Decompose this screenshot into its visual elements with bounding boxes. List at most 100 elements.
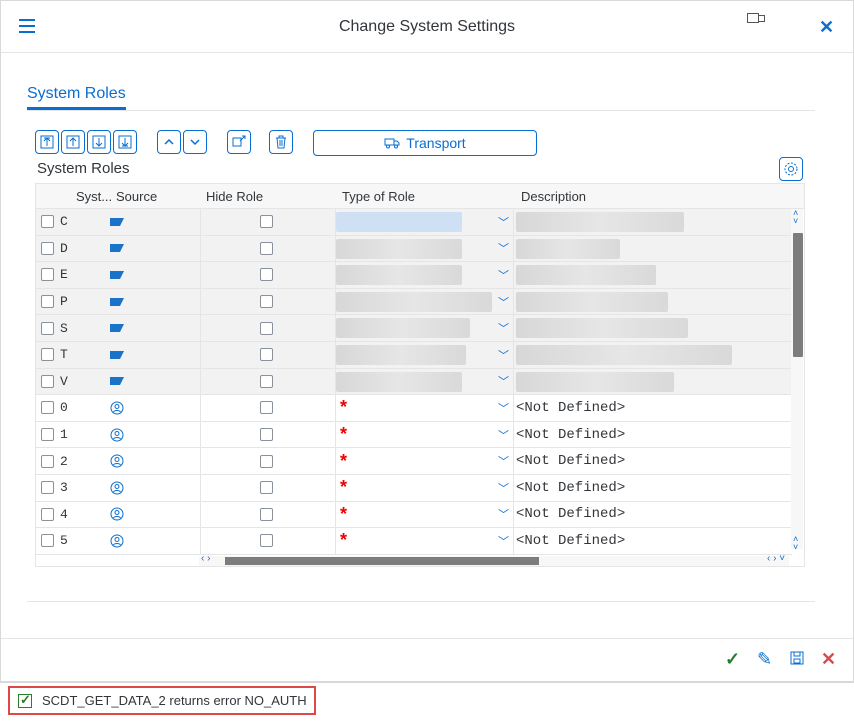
system-cell: C: [60, 214, 68, 230]
transport-button[interactable]: Transport: [313, 130, 537, 156]
table-row[interactable]: V ﹀: [36, 368, 792, 396]
table-row[interactable]: C ﹀: [36, 209, 792, 236]
table-row[interactable]: 5 * ﹀ <Not Defined>: [36, 528, 792, 555]
settings-icon[interactable]: [779, 157, 803, 181]
redacted-role: [336, 371, 462, 392]
role-dropdown-icon[interactable]: ﹀: [498, 236, 509, 262]
confirm-icon[interactable]: ✓: [725, 649, 740, 670]
role-dropdown-icon[interactable]: ﹀: [498, 209, 509, 235]
scroll-left-right-icon[interactable]: ‹ ›: [201, 553, 210, 564]
row-select-checkbox[interactable]: [41, 236, 54, 262]
col-header-hide-role[interactable]: Hide Role: [206, 189, 263, 204]
hide-role-checkbox[interactable]: [260, 209, 273, 235]
row-select-checkbox[interactable]: [41, 475, 54, 501]
scroll-right-left-icon[interactable]: ‹ › ˅: [767, 553, 785, 564]
hide-role-checkbox[interactable]: [260, 448, 273, 474]
scroll-down-arrow-icon[interactable]: ˄ ˅: [793, 535, 798, 552]
table-row[interactable]: 3 * ﹀ <Not Defined>: [36, 475, 792, 502]
window-mode-icon[interactable]: [747, 13, 765, 25]
role-dropdown-icon[interactable]: ﹀: [498, 448, 509, 474]
status-text: SCDT_GET_DATA_2 returns error NO_AUTH: [42, 693, 307, 708]
role-dropdown-icon[interactable]: ﹀: [498, 422, 509, 448]
close-icon[interactable]: ✕: [819, 17, 834, 38]
role-dropdown-icon[interactable]: ﹀: [498, 342, 509, 368]
role-dropdown-icon[interactable]: ﹀: [498, 315, 509, 341]
role-dropdown-icon[interactable]: ﹀: [498, 395, 509, 421]
expand-icon[interactable]: [227, 130, 251, 154]
table-row[interactable]: 0 * ﹀ <Not Defined>: [36, 395, 792, 422]
scroll-up-icon[interactable]: [157, 130, 181, 154]
hide-role-checkbox[interactable]: [260, 315, 273, 341]
col-header-type-of-role[interactable]: Type of Role: [342, 189, 415, 204]
col-header-system[interactable]: Syst...: [76, 189, 112, 204]
hide-role-checkbox[interactable]: [260, 528, 273, 554]
row-select-checkbox[interactable]: [41, 422, 54, 448]
table-header: Syst... Source Hide Role Type of Role De…: [36, 184, 804, 209]
role-dropdown-icon[interactable]: ﹀: [498, 262, 509, 288]
tab-system-roles[interactable]: System Roles: [27, 85, 126, 110]
vertical-scroll-thumb[interactable]: [793, 233, 803, 357]
scroll-down-icon[interactable]: [183, 130, 207, 154]
role-dropdown-icon[interactable]: ﹀: [498, 528, 509, 554]
row-select-checkbox[interactable]: [41, 502, 54, 528]
hide-role-checkbox[interactable]: [260, 342, 273, 368]
horizontal-scrollbar[interactable]: ‹ › ‹ › ˅: [199, 553, 789, 566]
hide-role-checkbox[interactable]: [260, 262, 273, 288]
row-select-checkbox[interactable]: [41, 448, 54, 474]
table-row[interactable]: E ﹀: [36, 262, 792, 289]
type-of-role-value[interactable]: *: [340, 502, 347, 528]
role-dropdown-icon[interactable]: ﹀: [498, 289, 509, 315]
move-down-icon[interactable]: [87, 130, 111, 154]
user-icon: [110, 502, 124, 528]
table-row[interactable]: D ﹀: [36, 235, 792, 263]
hide-role-checkbox[interactable]: [260, 422, 273, 448]
type-of-role-value[interactable]: *: [340, 395, 347, 421]
table-row[interactable]: P ﹀: [36, 288, 792, 316]
move-first-icon[interactable]: [35, 130, 59, 154]
delete-icon[interactable]: [269, 130, 293, 154]
row-select-checkbox[interactable]: [41, 209, 54, 235]
row-select-checkbox[interactable]: [41, 369, 54, 395]
row-select-checkbox[interactable]: [41, 528, 54, 554]
system-cell: E: [60, 267, 68, 283]
move-last-icon[interactable]: [113, 130, 137, 154]
role-dropdown-icon[interactable]: ﹀: [498, 502, 509, 528]
row-select-checkbox[interactable]: [41, 395, 54, 421]
table-title: System Roles: [37, 160, 130, 177]
status-message[interactable]: SCDT_GET_DATA_2 returns error NO_AUTH: [8, 686, 316, 715]
horizontal-scroll-thumb[interactable]: [225, 557, 539, 565]
cancel-icon[interactable]: ✕: [821, 649, 836, 670]
footer-divider: [1, 638, 853, 639]
scroll-up-arrow-icon[interactable]: ˄ ˅: [793, 209, 798, 226]
row-select-checkbox[interactable]: [41, 289, 54, 315]
hide-role-checkbox[interactable]: [260, 475, 273, 501]
row-select-checkbox[interactable]: [41, 342, 54, 368]
sap-logo-icon: [110, 369, 124, 395]
sap-logo-icon: [110, 236, 124, 262]
vertical-scrollbar[interactable]: ˄ ˅ ˄ ˅: [791, 209, 803, 552]
col-header-source[interactable]: Source: [116, 189, 157, 204]
edit-icon[interactable]: ✎: [757, 649, 772, 670]
type-of-role-value[interactable]: *: [340, 422, 347, 448]
hide-role-checkbox[interactable]: [260, 236, 273, 262]
table-row[interactable]: 1 * ﹀ <Not Defined>: [36, 421, 792, 449]
row-select-checkbox[interactable]: [41, 262, 54, 288]
role-dropdown-icon[interactable]: ﹀: [498, 369, 509, 395]
role-dropdown-icon[interactable]: ﹀: [498, 475, 509, 501]
table-row[interactable]: T ﹀: [36, 342, 792, 369]
type-of-role-value[interactable]: *: [340, 475, 347, 501]
type-of-role-value[interactable]: *: [340, 528, 347, 554]
table-row[interactable]: 2 * ﹀ <Not Defined>: [36, 448, 792, 475]
hide-role-checkbox[interactable]: [260, 289, 273, 315]
redacted-description: [516, 318, 688, 339]
table-row[interactable]: 4 * ﹀ <Not Defined>: [36, 501, 792, 529]
table-row[interactable]: S ﹀: [36, 315, 792, 342]
hide-role-checkbox[interactable]: [260, 395, 273, 421]
col-header-description[interactable]: Description: [521, 189, 586, 204]
hide-role-checkbox[interactable]: [260, 369, 273, 395]
move-up-icon[interactable]: [61, 130, 85, 154]
hide-role-checkbox[interactable]: [260, 502, 273, 528]
row-select-checkbox[interactable]: [41, 315, 54, 341]
save-icon[interactable]: [789, 650, 805, 671]
type-of-role-value[interactable]: *: [340, 448, 347, 474]
